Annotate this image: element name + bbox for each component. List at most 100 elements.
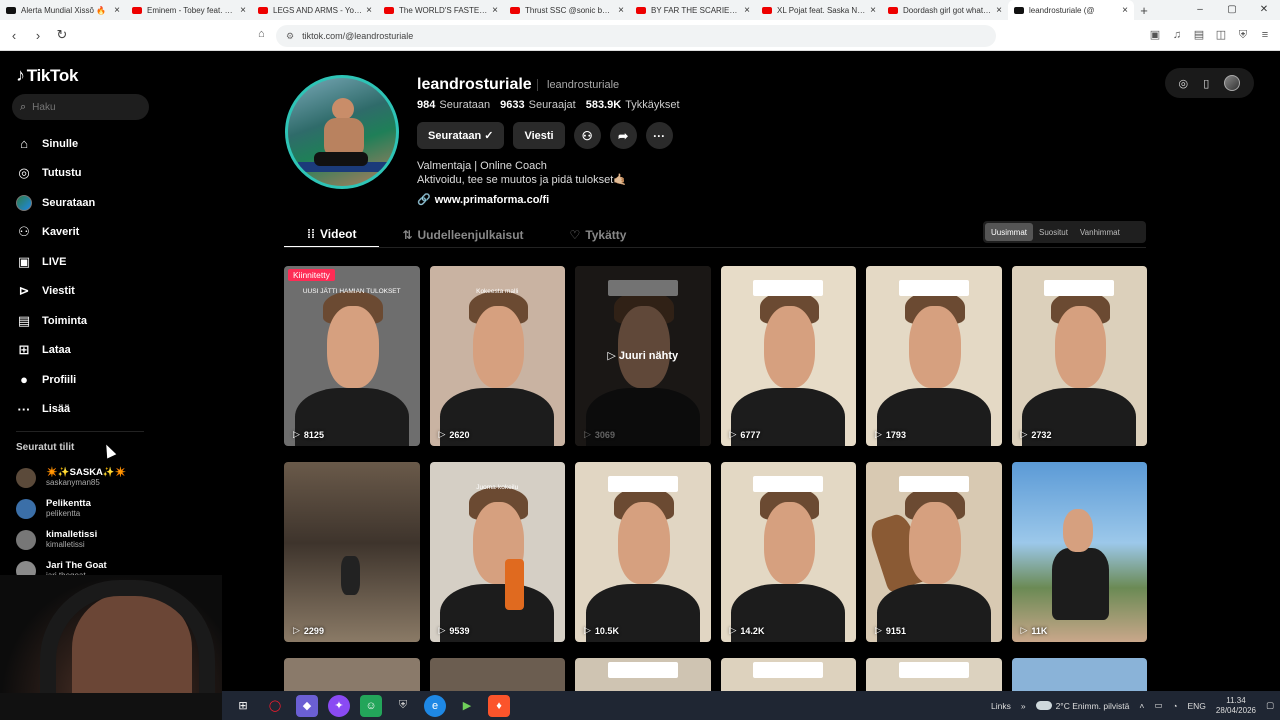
wallet-icon[interactable]: ◫ xyxy=(1214,28,1228,42)
maximize-icon[interactable]: ▢ xyxy=(1216,0,1248,20)
close-icon[interactable]: × xyxy=(114,5,120,16)
brave-icon[interactable]: ♦ xyxy=(488,694,510,717)
followed-account[interactable]: ✴️✨SASKA✨✴️ saskanyman85 xyxy=(16,462,127,493)
video-card[interactable]: ▷ 14.2K xyxy=(720,462,856,642)
tab-videot[interactable]: ⁞⁞ Videot xyxy=(284,221,380,248)
video-card[interactable]: ▷ 10.5K xyxy=(575,462,711,642)
profile-link[interactable]: 🔗 www.primaforma.co/fi xyxy=(417,193,549,207)
stat-following[interactable]: 984 Seurataan xyxy=(417,99,490,111)
video-card[interactable] xyxy=(720,658,856,691)
messenger-icon[interactable]: ✦ xyxy=(328,694,350,717)
close-icon[interactable]: × xyxy=(996,5,1002,16)
video-card[interactable]: ▷ 11K xyxy=(1011,462,1147,642)
video-card[interactable] xyxy=(575,658,711,691)
browser-tab[interactable]: BY FAR THE SCARIEST GA × xyxy=(630,0,756,20)
close-icon[interactable]: × xyxy=(366,5,372,16)
site-info-icon[interactable]: ⚙ xyxy=(286,31,294,42)
sidebar-item-viestit[interactable]: ⊳ Viestit xyxy=(16,277,95,307)
sort-option[interactable]: Uusimmat xyxy=(985,223,1034,241)
close-icon[interactable]: × xyxy=(1122,5,1128,16)
tiktok-logo[interactable]: ♪ TikTok xyxy=(16,65,78,86)
video-card[interactable] xyxy=(429,658,565,691)
discord-icon[interactable]: ☺ xyxy=(360,694,382,717)
tray-expand-icon[interactable]: ˄ xyxy=(1139,701,1144,711)
sort-option[interactable]: Vanhimmat xyxy=(1074,223,1126,241)
edge-icon[interactable]: e xyxy=(424,694,446,717)
taskbar-links[interactable]: Links xyxy=(991,701,1011,711)
language-indicator[interactable]: ENG xyxy=(1188,701,1206,711)
forward-icon[interactable]: › xyxy=(28,28,48,43)
weather-widget[interactable]: 2°C Enimm. pilvistä xyxy=(1035,701,1129,711)
video-card[interactable]: ▷ 2732 xyxy=(1011,266,1147,446)
menu-icon[interactable]: ≡ xyxy=(1258,28,1272,42)
device-icon[interactable]: ▯ xyxy=(1203,77,1209,90)
sidebar-item-toiminta[interactable]: ▤ Toiminta xyxy=(16,306,95,336)
sidebar-item-lataa[interactable]: ⊞ Lataa xyxy=(16,336,95,366)
browser-tab[interactable]: Thrust SSC @sonic boom 1 × xyxy=(504,0,630,20)
profile-avatar[interactable] xyxy=(285,75,399,189)
sidebar-item-live[interactable]: ▣ LIVE xyxy=(16,247,95,277)
close-icon[interactable]: × xyxy=(492,5,498,16)
minimize-icon[interactable]: – xyxy=(1184,0,1216,20)
video-card[interactable]: ▷ 1793 xyxy=(866,266,1002,446)
back-icon[interactable]: ‹ xyxy=(4,28,24,43)
more-options-icon[interactable]: ··· xyxy=(645,122,673,149)
add-friend-icon[interactable]: ⚇ xyxy=(573,122,601,149)
notifications-icon[interactable]: ▢ xyxy=(1266,700,1274,711)
media-player-icon[interactable]: ▶ xyxy=(456,695,478,717)
display-icon[interactable]: ▭ xyxy=(1154,700,1162,711)
browser-tab[interactable]: Doordash girl got what sh × xyxy=(882,0,1008,20)
video-card[interactable]: Kokeesta malli ▷ 2620 xyxy=(429,266,565,446)
video-card[interactable]: ▷ Juuri nähty ▷ 3069 xyxy=(575,266,711,446)
video-card[interactable]: ▷ 9151 xyxy=(866,462,1002,642)
video-card[interactable]: UUSI JÄTTI HAMIAN TULOKSET Kiinnitetty ▷ 81… xyxy=(284,266,420,446)
close-icon[interactable]: × xyxy=(744,5,750,16)
search-input[interactable] xyxy=(32,101,133,113)
browser-tab[interactable]: LEGS AND ARMS - YouTu × xyxy=(252,0,378,20)
stat-followers[interactable]: 9633 Seuraajat xyxy=(500,99,576,111)
browser-tab[interactable]: The WORLD'S FASTEST VE× xyxy=(378,0,504,20)
new-tab-icon[interactable]: + xyxy=(1134,3,1154,18)
video-card[interactable] xyxy=(284,658,420,691)
close-icon[interactable]: × xyxy=(870,5,876,16)
video-card[interactable] xyxy=(866,658,1002,691)
sidebar-item-seurataan[interactable]: Seurataan xyxy=(16,188,95,218)
sidebar-item-sinulle[interactable]: ⌂ Sinulle xyxy=(16,129,95,159)
video-card[interactable] xyxy=(1011,658,1147,691)
sort-option[interactable]: Suositut xyxy=(1033,223,1074,241)
extension-icon[interactable]: ▣ xyxy=(1148,28,1162,42)
opera-icon[interactable]: ◯ xyxy=(264,695,286,717)
coin-icon[interactable]: ◎ xyxy=(1179,77,1189,90)
clock[interactable]: 11.34 28/04/2026 xyxy=(1216,696,1256,716)
sidebar-icon[interactable]: ▤ xyxy=(1192,28,1206,42)
vpn-icon[interactable]: ⛨ xyxy=(1236,28,1250,42)
search-box[interactable]: ⌕ xyxy=(12,94,149,120)
browser-tab[interactable]: XL Pojat feat. Saska Nyma × xyxy=(756,0,882,20)
video-card[interactable]: ▷ 2299 xyxy=(284,462,420,642)
sidebar-item-kaverit[interactable]: ⚇ Kaverit xyxy=(16,218,95,248)
browser-tab[interactable]: Alerta Mundial Xissô 🔥 × xyxy=(0,0,126,20)
office-icon[interactable]: ◆ xyxy=(296,694,318,717)
tab-uudelleenjulkaisut[interactable]: ⇅ Uudelleenjulkaisut xyxy=(379,221,546,248)
close-icon[interactable]: × xyxy=(240,5,246,16)
message-button[interactable]: Viesti xyxy=(513,122,565,149)
browser-tab[interactable]: Eminem - Tobey feat. Big × xyxy=(126,0,252,20)
address-bar[interactable]: ⚙ tiktok.com/@leandrosturiale xyxy=(276,25,996,47)
close-window-icon[interactable]: ✕ xyxy=(1248,0,1280,20)
following-button[interactable]: Seurataan ✓ xyxy=(417,122,505,149)
followed-account[interactable]: Pelikentta pelikentta xyxy=(16,493,127,524)
video-card[interactable]: Juoma-kokeilu ▷ 9539 xyxy=(429,462,565,642)
sidebar-item-lisää[interactable]: ··· Lisää xyxy=(16,395,95,425)
close-icon[interactable]: × xyxy=(618,5,624,16)
share-icon[interactable]: ➦ xyxy=(609,122,637,149)
sidebar-item-profiili[interactable]: ● Profiili xyxy=(16,365,95,395)
followed-account[interactable]: kimalletissi kimalletissi xyxy=(16,524,127,555)
media-icon[interactable]: ♫ xyxy=(1170,28,1184,42)
shield-icon[interactable]: ⛨ xyxy=(392,695,414,717)
user-avatar[interactable] xyxy=(1224,75,1241,91)
browser-tab[interactable]: leandrosturiale (@ × xyxy=(1008,0,1134,20)
reload-icon[interactable]: ↻ xyxy=(52,27,72,43)
video-card[interactable]: ▷ 6777 xyxy=(720,266,856,446)
task-view-icon[interactable]: ⊞ xyxy=(232,695,254,717)
network-icon[interactable]: ◔ xyxy=(1172,701,1177,711)
